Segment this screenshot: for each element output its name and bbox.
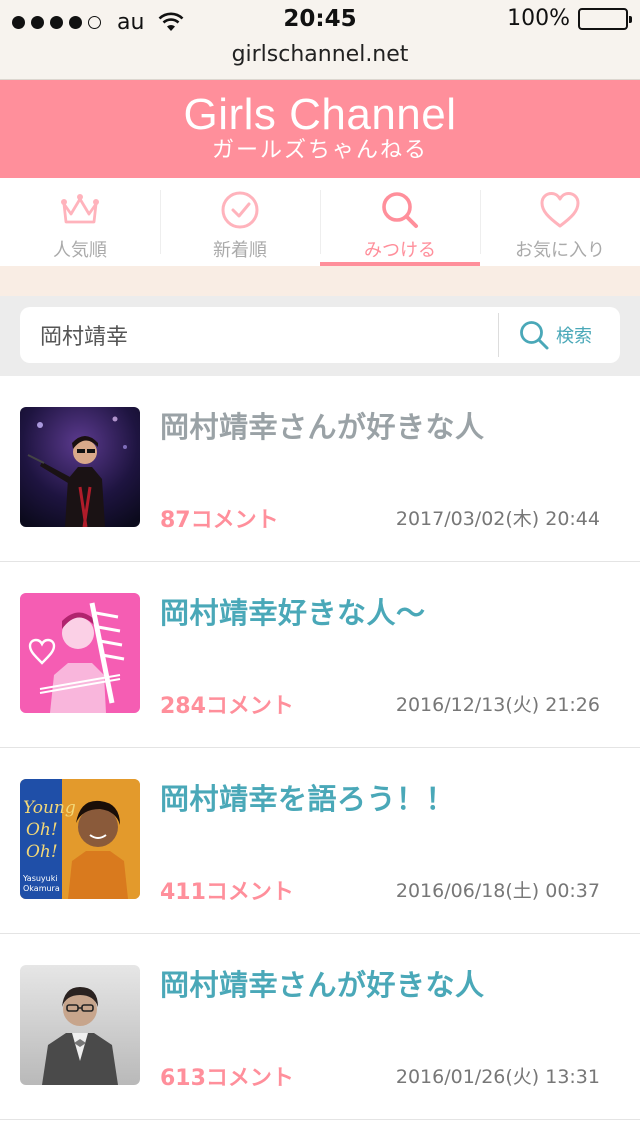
search-button[interactable]: 検索 — [510, 307, 620, 363]
thumbnail-image — [20, 965, 140, 1085]
tab-newest-label: 新着順 — [213, 240, 267, 261]
crown-icon — [61, 194, 99, 224]
search-icon — [382, 192, 418, 228]
album-text: Young — [23, 798, 76, 818]
tab-favorites-label: お気に入り — [515, 240, 605, 261]
tab-find[interactable]: みつける — [320, 178, 480, 266]
item-title: 岡村靖幸さんが好きな人 — [160, 410, 485, 444]
clock-icon — [221, 191, 259, 229]
thumbnail-image: Young Oh! Oh! Yasuyuki Okamura — [20, 779, 140, 899]
search-input[interactable] — [40, 307, 500, 363]
tab-favorites[interactable]: お気に入り — [480, 178, 640, 266]
battery-percent: 100% — [507, 6, 570, 31]
comment-count: 87コメント — [160, 508, 279, 533]
comment-count: 284コメント — [160, 694, 294, 719]
list-item[interactable]: 岡村靖幸好きな人〜 284コメント 2016/12/13(火) 21:26 — [0, 562, 640, 748]
status-bar: au 20:45 100% girlschannel.net — [0, 0, 640, 80]
item-title: 岡村靖幸好きな人〜 — [160, 596, 426, 630]
item-title: 岡村靖幸さんが好きな人 — [160, 968, 485, 1002]
battery-icon — [578, 7, 632, 30]
tab-popular-label: 人気順 — [53, 240, 107, 261]
search-divider — [498, 313, 499, 357]
search-button-label: 検索 — [556, 326, 592, 347]
album-text: Yasuyuki — [22, 874, 58, 883]
site-header[interactable]: Girls Channel ガールズちゃんねる — [0, 80, 640, 178]
thumbnail-image — [20, 593, 140, 713]
comment-count: 613コメント — [160, 1066, 294, 1091]
album-text: Okamura — [23, 884, 60, 893]
list-item[interactable]: 岡村靖幸さんが好きな人 613コメント 2016/01/26(火) 13:31 — [0, 934, 640, 1120]
post-date: 2016/06/18(土) 00:37 — [395, 880, 600, 902]
tab-newest[interactable]: 新着順 — [160, 178, 320, 266]
search-icon — [520, 321, 549, 350]
item-title: 岡村靖幸を語ろう！！ — [160, 782, 456, 816]
list-item[interactable]: Young Oh! Oh! Yasuyuki Okamura 岡村靖幸を語ろう！… — [0, 748, 640, 934]
thumbnail-image — [20, 407, 140, 527]
nav-tabs: 人気順 新着順 みつける お気に入り — [0, 178, 640, 266]
battery-status: 100% — [507, 6, 632, 31]
album-text: Oh! — [26, 820, 58, 840]
address-bar[interactable]: girlschannel.net — [0, 42, 640, 67]
list-item[interactable]: 岡村靖幸さんが好きな人 87コメント 2017/03/02(木) 20:44 — [0, 376, 640, 562]
album-text: Oh! — [26, 842, 58, 862]
result-list: 岡村靖幸さんが好きな人 87コメント 2017/03/02(木) 20:44 岡… — [0, 376, 640, 1120]
tab-find-label: みつける — [364, 240, 436, 261]
post-date: 2016/12/13(火) 21:26 — [395, 694, 600, 716]
comment-count: 411コメント — [160, 880, 294, 905]
heart-icon — [540, 192, 580, 228]
tab-popular[interactable]: 人気順 — [0, 178, 160, 266]
site-logo: Girls Channel — [183, 90, 457, 139]
post-date: 2017/03/02(木) 20:44 — [395, 508, 600, 530]
search-area: 検索 — [0, 296, 640, 376]
search-box: 検索 — [20, 307, 620, 363]
post-date: 2016/01/26(火) 13:31 — [395, 1066, 600, 1088]
site-logo-subtitle: ガールズちゃんねる — [211, 138, 428, 163]
nav-divider-strip — [0, 266, 640, 296]
